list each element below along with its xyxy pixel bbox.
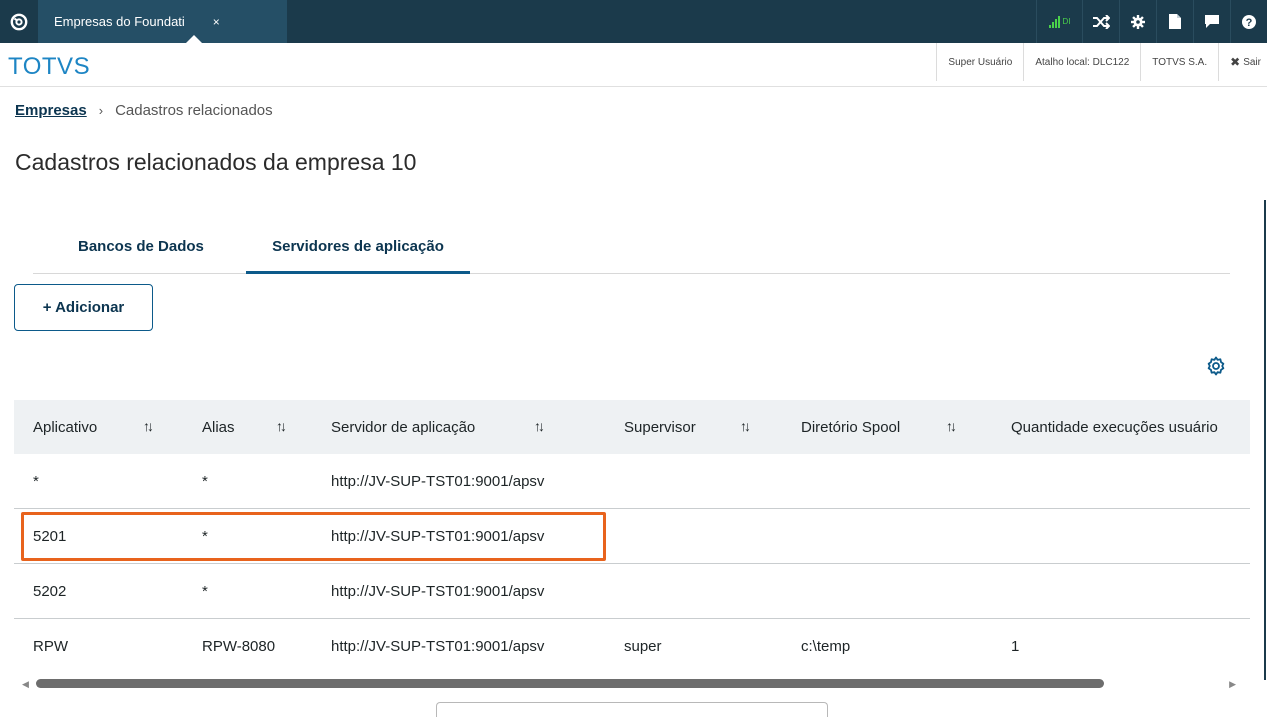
cell-aplicativo: 5202 — [33, 583, 67, 600]
column-header-aplicativo[interactable]: Aplicativo — [33, 400, 97, 454]
breadcrumb-separator: › — [98, 103, 104, 118]
cell-servidor: http://JV-SUP-TST01:9001/apsv — [331, 583, 545, 600]
column-header-quantidade[interactable]: Quantidade execuções usuário — [1011, 400, 1218, 454]
cell-supervisor: super — [624, 638, 662, 655]
tab-empresas[interactable]: Empresas do Foundati × — [38, 0, 287, 43]
logout-icon: ✖ — [1230, 55, 1241, 69]
tab-bancos-de-dados[interactable]: Bancos de Dados — [78, 220, 204, 273]
sort-icon[interactable]: ↑↓ — [740, 418, 751, 434]
cell-alias: * — [202, 583, 208, 600]
svg-text:?: ? — [1246, 17, 1253, 29]
column-header-diretorio-spool[interactable]: Diretório Spool — [801, 400, 900, 454]
app-logo-icon[interactable] — [0, 0, 38, 43]
page-title: Cadastros relacionados da empresa 10 — [15, 149, 417, 175]
right-edge-line — [1264, 200, 1266, 680]
sort-icon[interactable]: ↑↓ — [946, 418, 957, 434]
header-links: Super Usuário Atalho local: DLC122 TOTVS… — [936, 43, 1267, 81]
scroll-right-icon[interactable]: ▶ — [1229, 679, 1236, 690]
cell-servidor: http://JV-SUP-TST01:9001/apsv — [331, 473, 545, 490]
column-header-supervisor[interactable]: Supervisor — [624, 400, 696, 454]
breadcrumb-link-empresas[interactable]: Empresas — [15, 102, 87, 119]
cell-diretorio-spool: c:\temp — [801, 638, 851, 655]
column-header-alias[interactable]: Alias — [202, 400, 235, 454]
table-header: Aplicativo ↑↓ Alias ↑↓ Servidor de aplic… — [14, 400, 1250, 454]
table-row[interactable]: * * http://JV-SUP-TST01:9001/apsv — [14, 454, 1250, 509]
cell-alias: RPW-8080 — [202, 638, 276, 655]
shortcut-link[interactable]: Atalho local: DLC122 — [1023, 43, 1140, 81]
table-row[interactable]: 5202 * http://JV-SUP-TST01:9001/apsv — [14, 564, 1250, 619]
logout-label: Sair — [1243, 56, 1261, 68]
help-icon[interactable]: ? — [1230, 0, 1267, 43]
breadcrumb-current: Cadastros relacionados — [115, 102, 273, 119]
brand-logo: TOTVS — [8, 53, 91, 80]
logout-button[interactable]: ✖ Sair — [1218, 43, 1267, 81]
shuffle-icon[interactable] — [1082, 0, 1119, 43]
signal-label: DI — [1062, 17, 1071, 26]
scrollbar-thumb[interactable] — [36, 679, 1104, 688]
app-header: TOTVS Super Usuário Atalho local: DLC122… — [0, 43, 1267, 87]
bottom-panel — [436, 702, 828, 717]
tab-bar: Bancos de Dados Servidores de aplicação — [33, 220, 1230, 274]
company-link[interactable]: TOTVS S.A. — [1140, 43, 1218, 81]
row-highlight-box — [21, 512, 606, 561]
chat-icon[interactable] — [1193, 0, 1230, 43]
column-header-servidor[interactable]: Servidor de aplicação — [331, 400, 475, 454]
cell-servidor: http://JV-SUP-TST01:9001/apsv — [331, 638, 545, 655]
top-bar: Empresas do Foundati × DI ? — [0, 0, 1267, 43]
tab-label: Empresas do Foundati — [54, 14, 185, 29]
cell-alias: * — [202, 473, 208, 490]
add-button[interactable]: + Adicionar — [14, 284, 153, 331]
tab-servidores-de-aplicacao[interactable]: Servidores de aplicação — [246, 220, 470, 274]
tab-notch — [186, 35, 202, 43]
cell-quantidade: 1 — [1011, 638, 1020, 655]
cell-aplicativo: RPW — [33, 638, 68, 655]
horizontal-scrollbar[interactable]: ◀ ▶ — [14, 675, 1250, 693]
tab-close-icon[interactable]: × — [213, 15, 220, 29]
sort-icon[interactable]: ↑↓ — [534, 418, 545, 434]
user-link[interactable]: Super Usuário — [936, 43, 1023, 81]
breadcrumb: Empresas › Cadastros relacionados — [15, 102, 273, 119]
cell-aplicativo: * — [33, 473, 39, 490]
table-settings-icon[interactable] — [1205, 355, 1227, 377]
settings-icon[interactable] — [1119, 0, 1156, 43]
signal-icon[interactable]: DI — [1036, 0, 1082, 43]
scroll-left-icon[interactable]: ◀ — [22, 679, 29, 690]
table-row[interactable]: RPW RPW-8080 http://JV-SUP-TST01:9001/ap… — [14, 619, 1250, 674]
sort-icon[interactable]: ↑↓ — [276, 418, 287, 434]
sort-icon[interactable]: ↑↓ — [143, 418, 154, 434]
document-icon[interactable] — [1156, 0, 1193, 43]
